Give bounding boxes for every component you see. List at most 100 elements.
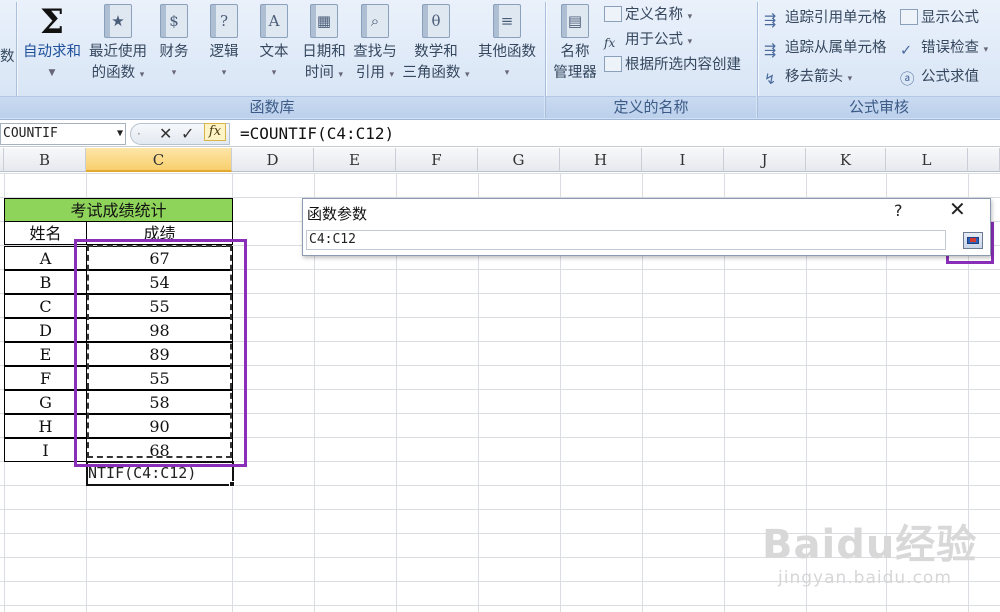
enter-formula-icon[interactable]: ✓ [181,124,194,144]
help-icon[interactable]: ? [894,201,903,220]
define-name-icon [604,6,622,22]
column-header-f[interactable]: F [396,148,478,172]
autosum-button[interactable]: Σ 自动求和 ▼ [20,4,84,84]
close-icon[interactable]: ✕ [949,197,966,221]
date-time-label: 日期和 [302,44,346,60]
use-in-formula-label: 用于公式 [625,32,683,48]
date-time-button[interactable]: ▦ 日期和 时间 ▾ [298,4,350,86]
more-functions-label: 其他函数 [478,44,536,60]
chevron-down-icon: ▾ [171,68,177,78]
group-label-function-library: 函数库 [0,96,544,118]
fx-icon: fx [604,36,616,50]
name-manager-label-2: 管理器 [553,65,597,81]
trace-precedents-label: 追踪引用单元格 [785,10,887,26]
trace-precedents-icon: ⇶ [764,13,777,29]
insert-function-icon[interactable]: fx [204,123,226,141]
column-header-c[interactable]: C [86,148,232,172]
evaluate-formula-label: 公式求值 [921,69,979,85]
name-box[interactable]: COUNTIF ▼ [0,123,126,145]
logical-button[interactable]: ? 逻辑 ▾ [204,4,244,84]
column-header-h[interactable]: H [560,148,642,172]
define-name-label: 定义名称 [625,7,683,23]
chevron-down-icon: ▾ [271,68,277,78]
error-checking-button[interactable]: ✓ 错误检查 ▾ [900,37,988,59]
evaluate-formula-button[interactable]: ⓐ 公式求值 [900,66,979,88]
text-functions-button[interactable]: A 文本 ▾ [254,4,294,84]
recent-functions-label-2: 的函数 ▾ [91,65,145,81]
ribbon: 数 Σ 自动求和 ▼ ★ 最近使用 的函数 ▾ $ 财务 ▾ ? 逻辑 ▾ A … [0,0,1000,120]
trace-precedents-button[interactable]: ⇶ 追踪引用单元格 [764,7,887,29]
more-icon: · [137,127,141,141]
formula-input[interactable]: =COUNTIF(C4:C12) [240,122,394,146]
remove-arrows-button[interactable]: ↯ 移去箭头 ▾ [764,66,852,88]
date-time-label-2: 时间 ▾ [304,65,344,81]
formula-bar: COUNTIF ▼ · ✕ ✓ fx =COUNTIF(C4:C12) [0,121,1000,147]
date-time-icon: ▦ [309,4,339,40]
column-header-d[interactable]: D [232,148,314,172]
remove-arrows-label: 移去箭头 [785,69,843,85]
column-header-b[interactable]: B [4,148,86,172]
trace-dependents-label: 追踪从属单元格 [785,40,887,56]
math-trig-label: 数学和 [414,44,458,60]
more-functions-icon: ≡ [492,4,522,40]
column-header-g[interactable]: G [478,148,560,172]
recent-functions-label: 最近使用 [89,44,147,60]
column-header-j[interactable]: J [724,148,806,172]
recent-functions-button[interactable]: ★ 最近使用 的函数 ▾ [86,4,150,86]
expand-dialog-button[interactable] [963,232,983,249]
name-manager-button[interactable]: ▤ 名称 管理器 [550,4,600,84]
column-header-e[interactable]: E [314,148,396,172]
logical-icon: ? [209,4,239,40]
math-trig-icon: θ [421,4,451,40]
column-header-l[interactable]: L [886,148,968,172]
text-functions-label: 文本 [259,44,289,60]
math-trig-button[interactable]: θ 数学和 三角函数 ▾ [402,4,470,86]
lookup-reference-button[interactable]: ⌕ 查找与 引用 ▾ [350,4,400,86]
trace-dependents-icon: ⇶ [764,43,777,59]
remove-arrows-icon: ↯ [764,72,777,88]
create-from-selection-label: 根据所选内容创建 [625,57,741,73]
create-from-selection-icon [604,56,622,72]
logical-label: 逻辑 [209,44,239,60]
show-formulas-label: 显示公式 [921,10,979,26]
cancel-formula-icon[interactable]: ✕ [159,124,172,144]
name-manager-icon: ▤ [560,4,590,40]
evaluate-formula-icon: ⓐ [900,72,915,88]
chevron-down-icon: ▾ [221,68,227,78]
show-formulas-icon [900,9,918,25]
lookup-icon: ⌕ [360,4,390,40]
lookup-label: 查找与 [353,44,397,60]
watermark-logo: Baidu经验 [762,522,978,568]
financial-label: 财务 [159,44,189,60]
use-in-formula-button[interactable]: fx 用于公式 ▾ [604,29,692,51]
table-title[interactable]: 考试成绩统计 [4,198,233,222]
financial-button[interactable]: $ 财务 ▾ [152,4,196,84]
error-checking-icon: ✓ [900,43,913,59]
chevron-down-icon[interactable]: ▼ [117,124,123,144]
text-icon: A [259,4,289,40]
group-label-formula-auditing: 公式审核 [758,96,1000,118]
range-input[interactable]: C4:C12 [306,230,946,250]
highlight-box-score-range [74,239,247,467]
column-header-k[interactable]: K [806,148,886,172]
name-box-value: COUNTIF [3,126,58,141]
financial-icon: $ [159,4,189,40]
more-functions-button[interactable]: ≡ 其他函数 ▾ [474,4,540,84]
fill-handle[interactable] [229,481,235,487]
ribbon-cut-item[interactable]: 数 [0,46,15,68]
column-header-m[interactable] [968,148,1000,172]
lookup-label-2: 引用 ▾ [355,65,395,81]
watermark-url: jingyan.baidu.com [778,568,952,588]
dialog-title: 函数参数 [307,205,368,223]
name-manager-label: 名称 [560,44,590,60]
define-name-button[interactable]: 定义名称 ▾ [604,4,692,26]
trace-dependents-button[interactable]: ⇶ 追踪从属单元格 [764,37,887,59]
show-formulas-button[interactable]: 显示公式 [900,7,979,29]
chevron-down-icon: ▼ [48,68,56,78]
sigma-icon: Σ [39,2,65,42]
autosum-label: 自动求和 [23,44,81,60]
column-header-i[interactable]: I [642,148,724,172]
create-from-selection-button[interactable]: 根据所选内容创建 [604,54,741,76]
error-checking-label: 错误检查 [921,40,979,56]
recent-functions-icon: ★ [103,4,133,40]
